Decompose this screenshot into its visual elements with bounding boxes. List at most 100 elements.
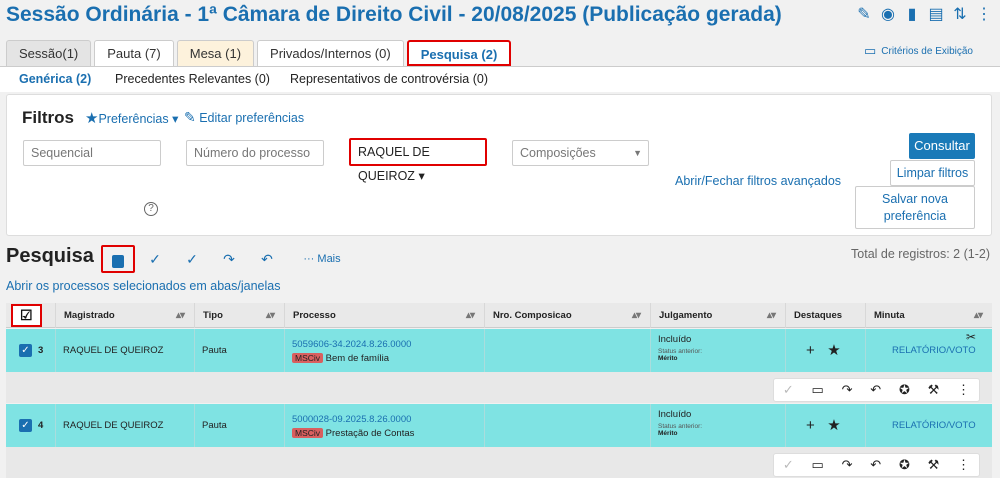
limpar-filtros-button[interactable]: Limpar filtros (890, 160, 975, 186)
tab-pesquisa[interactable]: Pesquisa (2) (406, 40, 512, 66)
magistrado-select[interactable]: RAQUEL DE QUEIROZ ▾ (349, 138, 487, 183)
star-icon: ★ (85, 110, 99, 127)
class-tag: MSCiv (292, 353, 324, 363)
more-vertical-icon[interactable]: ⋮ (976, 5, 992, 25)
gavel-icon[interactable]: ⚒ (928, 457, 940, 473)
row-tipo: Pauta (194, 329, 284, 372)
row-assunto: Prestação de Contas (325, 428, 415, 439)
table-row[interactable]: ✓ 4 RAQUEL DE QUEIROZ Pauta 5000028-09.20… (6, 404, 992, 447)
process-number-link[interactable]: 5059606-34.2024.8.26.0000 (292, 339, 484, 350)
sequencial-input[interactable]: Sequencial (23, 140, 161, 166)
column-composicao-label: Nro. Composicao (493, 310, 572, 321)
undo-button[interactable]: ↶ (252, 246, 282, 272)
undo-icon: ↶ (261, 251, 273, 267)
processo-input[interactable]: Número do processo (186, 140, 324, 166)
column-julgamento[interactable]: Julgamento ▴▾ (650, 303, 785, 328)
file-plus-icon[interactable]: ▤ (928, 5, 944, 25)
open-selected-link[interactable]: Abrir os processos selecionados em abas/… (6, 279, 280, 293)
column-processo-label: Processo (293, 310, 336, 321)
undo-icon[interactable]: ↶ (870, 457, 881, 473)
redo-icon[interactable]: ↷ (842, 382, 853, 398)
subtab-generica[interactable]: Genérica (2) (19, 72, 91, 86)
edit-icon: ✎ (184, 109, 196, 125)
scissors-icon[interactable]: ✂ (966, 330, 976, 344)
more-button[interactable]: ··· Mais (297, 246, 347, 272)
verified-icon[interactable]: ✪ (899, 382, 910, 398)
monitor-icon[interactable]: ▭ (812, 457, 824, 473)
column-tipo-label: Tipo (203, 310, 223, 321)
star-icon[interactable]: ★ (827, 342, 840, 359)
column-tipo[interactable]: Tipo ▴▾ (194, 303, 284, 328)
more-vertical-icon[interactable]: ⋮ (957, 382, 970, 398)
salvar-preferencia-button[interactable]: Salvar nova preferência (855, 186, 975, 229)
column-julgamento-label: Julgamento (659, 310, 713, 321)
sort-icon: ▴▾ (973, 310, 983, 321)
status-previous-value: Mérito (658, 355, 678, 362)
row-tipo: Pauta (194, 404, 284, 447)
redo-button[interactable]: ↷ (214, 246, 244, 272)
search-title: Pesquisa (6, 245, 94, 267)
gavel-icon[interactable]: ⚒ (928, 382, 940, 398)
status-previous-label: Status anterior: (658, 348, 703, 355)
tab-sessao[interactable]: Sessão(1) (6, 40, 92, 66)
header-toolbar: ✎ ◉ ▮ ▤ ⇅ ⋮ (856, 5, 992, 25)
sort-arrows-icon[interactable]: ⇅ (952, 5, 968, 25)
contact-card-button[interactable] (101, 245, 135, 273)
row-magistrado: RAQUEL DE QUEIROZ (55, 329, 194, 372)
row-select-cell: ✓ 4 (6, 404, 55, 447)
preferences-dropdown[interactable]: ★Preferências ▾ (85, 109, 178, 127)
tab-privados[interactable]: Privados/Internos (0) (257, 40, 404, 66)
composicoes-placeholder: Composições (520, 146, 596, 160)
redo-icon[interactable]: ↷ (842, 457, 853, 473)
plus-icon[interactable]: + (806, 417, 815, 434)
check-icon[interactable]: ✓ (783, 457, 794, 473)
row-processo-cell: 5000028-09.2025.8.26.0000 MSCiv Prestaçã… (284, 404, 484, 447)
row-checkbox[interactable]: ✓ (19, 419, 32, 432)
monitor-icon[interactable]: ▭ (812, 382, 824, 398)
column-magistrado[interactable]: Magistrado ▴▾ (55, 303, 194, 328)
redo-icon: ↷ (223, 251, 235, 267)
edit-preferences-link[interactable]: ✎ Editar preferências (184, 109, 304, 126)
sort-icon: ▴▾ (631, 310, 641, 321)
edit-preferences-label: Editar preferências (199, 111, 305, 125)
more-vertical-icon[interactable]: ⋮ (957, 457, 970, 473)
column-composicao[interactable]: Nro. Composicao ▴▾ (484, 303, 650, 328)
plus-icon[interactable]: + (806, 342, 815, 359)
tab-mesa[interactable]: Mesa (1) (176, 40, 255, 66)
verified-icon[interactable]: ✪ (899, 457, 910, 473)
pencil-icon[interactable]: ✎ (856, 5, 872, 25)
julgamento-status: Incluído (658, 409, 692, 420)
column-minuta[interactable]: Minuta ▴▾ (865, 303, 992, 328)
check-button[interactable]: ✓ (140, 246, 170, 272)
subtab-representativos[interactable]: Representativos de controvérsia (0) (290, 72, 488, 86)
table-row[interactable]: ✓ 3 RAQUEL DE QUEIROZ Pauta 5059606-34.20… (6, 329, 992, 372)
row-processo-cell: 5059606-34.2024.8.26.0000 MSCiv Bem de f… (284, 329, 484, 372)
star-icon[interactable]: ★ (827, 417, 840, 434)
select-all-checkbox[interactable]: ☑ (11, 304, 42, 327)
consultar-button[interactable]: Consultar (909, 133, 975, 159)
row-magistrado: RAQUEL DE QUEIROZ (55, 404, 194, 447)
sort-icon: ▴▾ (175, 310, 185, 321)
column-destaques-label: Destaques (794, 310, 843, 321)
status-previous-label: Status anterior: (658, 423, 703, 430)
tab-pauta[interactable]: Pauta (7) (94, 40, 174, 66)
subtab-precedentes[interactable]: Precedentes Relevantes (0) (115, 72, 270, 86)
minuta-link[interactable]: RELATÓRIO/VOTO (865, 404, 992, 447)
column-processo[interactable]: Processo ▴▾ (284, 303, 484, 328)
row-destaques: + ★ (785, 404, 865, 447)
check-icon[interactable]: ✓ (783, 382, 794, 398)
row-checkbox[interactable]: ✓ (19, 344, 32, 357)
column-destaques[interactable]: Destaques (785, 303, 865, 328)
broadcast-icon[interactable]: ◉ (880, 5, 896, 25)
door-icon[interactable]: ▮ (904, 5, 920, 25)
sort-icon: ▴▾ (265, 310, 275, 321)
undo-icon[interactable]: ↶ (870, 382, 881, 398)
sort-icon: ▴▾ (465, 310, 475, 321)
tab-bar: Sessão(1) Pauta (7) Mesa (1) Privados/In… (6, 40, 512, 66)
advanced-filters-toggle[interactable]: Abrir/Fechar filtros avançados (675, 174, 841, 188)
check-all-button[interactable]: ✓ (177, 246, 207, 272)
process-number-link[interactable]: 5000028-09.2025.8.26.0000 (292, 414, 484, 425)
help-icon[interactable]: ? (144, 202, 158, 216)
criteria-link[interactable]: ▭ Critérios de Exibição (864, 43, 973, 59)
composicoes-select[interactable]: Composições ▼ (512, 140, 649, 166)
